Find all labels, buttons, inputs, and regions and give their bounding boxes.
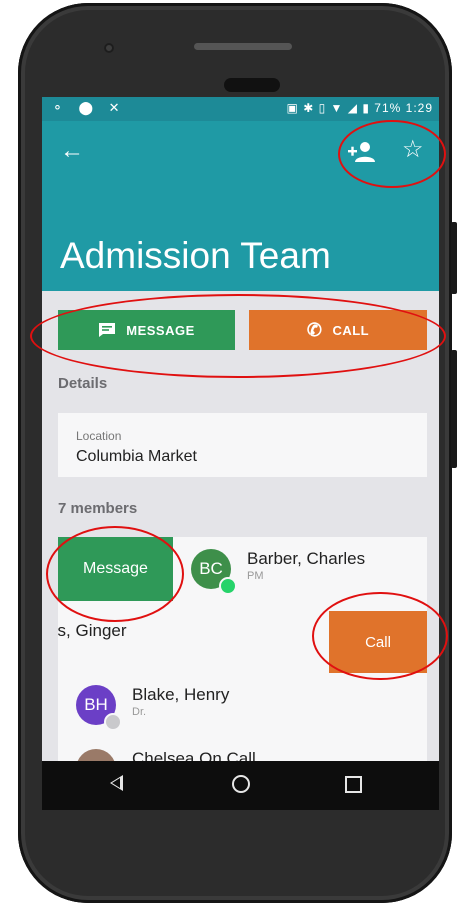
presence-online-indicator xyxy=(219,577,237,595)
message-button-label: MESSAGE xyxy=(126,322,195,338)
signal-icons: ▣ ✱ ▯ ▼ ◢ ▮ xyxy=(286,101,375,115)
swipe-message-action[interactable]: Message xyxy=(58,537,173,601)
member-name: Barber, Charles xyxy=(247,549,366,568)
details-heading: Details xyxy=(58,375,108,392)
call-button[interactable]: ✆ CALL xyxy=(249,310,427,350)
nav-back-icon[interactable] xyxy=(110,775,123,791)
clock: 1:29 xyxy=(405,101,433,115)
members-heading: 7 members xyxy=(58,500,138,517)
earpiece xyxy=(224,78,280,92)
app-bar: ← ☆ Admission Team xyxy=(42,121,439,291)
member-name: Blake, Henry xyxy=(132,685,230,704)
nav-recents-icon[interactable] xyxy=(345,776,362,793)
speaker-grille xyxy=(194,43,292,50)
member-row[interactable]: yliss, Ginger xyxy=(58,611,329,673)
nav-home-icon[interactable] xyxy=(232,775,250,793)
system-nav-bar xyxy=(42,761,439,810)
page-title: Admission Team xyxy=(60,235,331,276)
front-camera xyxy=(104,43,114,53)
status-bar: ⚬ ⬤ ✕ ▣ ✱ ▯ ▼ ◢ ▮ 71% 1:29 xyxy=(42,97,439,121)
presence-away-indicator xyxy=(104,713,122,731)
add-member-icon[interactable] xyxy=(348,141,376,163)
status-right: ▣ ✱ ▯ ▼ ◢ ▮ 71% 1:29 xyxy=(287,101,433,115)
battery-level: 71% xyxy=(374,101,402,115)
phone-icon: ✆ xyxy=(306,319,323,340)
member-title: PM xyxy=(247,570,264,582)
swipe-call-action[interactable]: Call xyxy=(329,611,427,673)
member-row[interactable]: BH Blake, Henry Dr. xyxy=(58,673,427,737)
back-arrow-icon[interactable]: ← xyxy=(60,139,84,163)
location-label: Location xyxy=(76,429,122,443)
member-row[interactable]: BC Barber, Charles PM xyxy=(173,537,427,601)
call-button-label: CALL xyxy=(332,322,370,338)
screen: ⚬ ⬤ ✕ ▣ ✱ ▯ ▼ ◢ ▮ 71% 1:29 ← ☆ Admission… xyxy=(42,97,439,810)
location-card: Location Columbia Market xyxy=(58,413,427,477)
message-button[interactable]: MESSAGE xyxy=(58,310,235,350)
volume-button xyxy=(451,222,457,294)
location-value: Columbia Market xyxy=(76,448,197,465)
member-title: Dr. xyxy=(132,706,147,718)
power-button xyxy=(451,350,457,468)
star-icon[interactable]: ☆ xyxy=(402,138,424,162)
status-left-icons: ⚬ ⬤ ✕ xyxy=(52,100,126,115)
chat-icon xyxy=(99,323,116,337)
member-name: yliss, Ginger xyxy=(58,621,127,640)
